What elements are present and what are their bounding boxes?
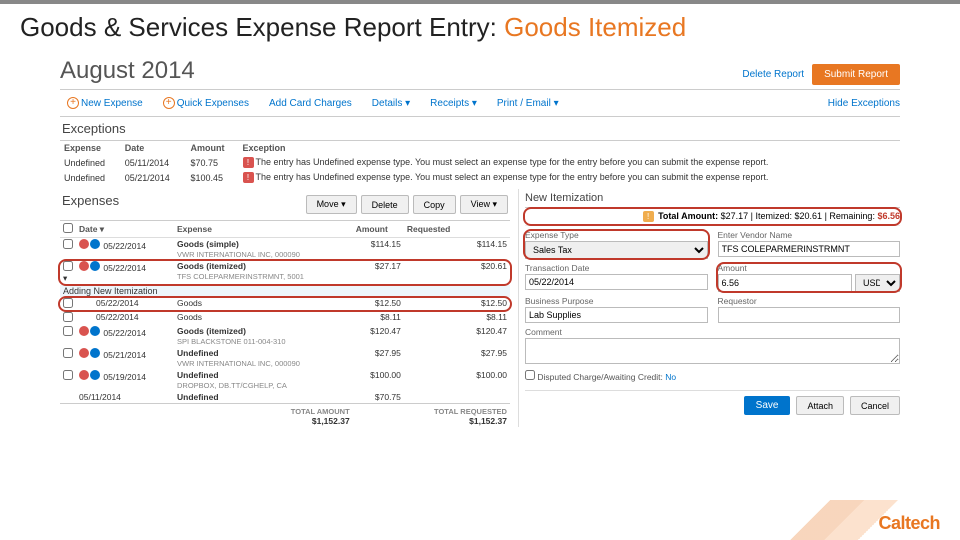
vendor-label: Enter Vendor Name xyxy=(718,230,901,240)
itemization-summary: ! Total Amount: $27.17 | Itemized: $20.6… xyxy=(525,208,900,226)
move-button[interactable]: Move ▾ xyxy=(306,195,357,214)
card-icon xyxy=(90,370,100,380)
row-checkbox[interactable] xyxy=(63,312,73,322)
requestor-label: Requestor xyxy=(718,296,901,306)
col-expense[interactable]: Expense xyxy=(60,141,121,155)
date-input[interactable] xyxy=(525,274,708,290)
expense-type-select[interactable]: Sales Tax xyxy=(525,241,708,259)
card-icon xyxy=(90,261,100,271)
slide-title: Goods & Services Expense Report Entry: G… xyxy=(20,12,940,43)
exception-row: Undefined05/11/2014$70.75 !The entry has… xyxy=(60,155,900,170)
receipts-menu[interactable]: Receipts ▾ xyxy=(423,95,484,112)
exception-row: Undefined05/21/2014$100.45 !The entry ha… xyxy=(60,170,900,185)
vendor-input[interactable] xyxy=(718,241,901,257)
submit-report-button[interactable]: Submit Report xyxy=(812,64,900,85)
disputed-label: Disputed Charge/Awaiting Credit: xyxy=(537,372,663,382)
details-menu[interactable]: Details ▾ xyxy=(365,95,417,112)
expense-type-label: Expense Type xyxy=(525,230,708,240)
chevron-down-icon[interactable]: ▾ xyxy=(63,273,67,283)
save-button[interactable]: Save xyxy=(744,396,791,415)
quick-expenses-button[interactable]: +Quick Expenses xyxy=(156,94,256,112)
amount-input[interactable] xyxy=(718,274,853,292)
alert-icon xyxy=(79,261,89,271)
requestor-input[interactable] xyxy=(718,307,901,323)
brand-logo: Caltech xyxy=(878,513,940,534)
print-menu[interactable]: Print / Email ▾ xyxy=(490,95,566,112)
alert-icon xyxy=(79,239,89,249)
col-date[interactable]: Date ▾ xyxy=(76,221,174,238)
plus-icon: + xyxy=(67,97,79,109)
currency-select[interactable]: USD xyxy=(855,274,900,292)
delete-button[interactable]: Delete xyxy=(361,195,409,214)
row-checkbox[interactable] xyxy=(63,370,73,380)
delete-report-link[interactable]: Delete Report xyxy=(742,69,804,80)
disputed-checkbox[interactable] xyxy=(525,370,535,380)
col-expense[interactable]: Expense xyxy=(174,221,353,238)
card-icon xyxy=(90,239,100,249)
sub-row[interactable]: 05/22/2014 Goods $8.11 $8.11 xyxy=(60,311,510,325)
select-all-checkbox[interactable] xyxy=(63,223,73,233)
cancel-button[interactable]: Cancel xyxy=(850,396,900,415)
exceptions-heading: Exceptions xyxy=(60,117,900,141)
alert-icon: ! xyxy=(243,157,254,168)
alert-icon xyxy=(79,326,89,336)
comment-label: Comment xyxy=(525,327,900,337)
row-checkbox[interactable] xyxy=(63,261,73,271)
warning-icon: ! xyxy=(643,211,654,222)
col-amount[interactable]: Amount xyxy=(186,141,238,155)
date-label: Transaction Date xyxy=(525,263,708,273)
expense-row[interactable]: 05/19/2014 UndefinedDROPBOX, DB.TT/CGHEL… xyxy=(60,369,510,391)
card-icon xyxy=(90,348,100,358)
col-requested[interactable]: Requested xyxy=(404,221,510,238)
adding-itemization-bar: Adding New Itemization xyxy=(60,285,510,297)
purpose-input[interactable] xyxy=(525,307,708,323)
col-date[interactable]: Date xyxy=(121,141,187,155)
comment-input[interactable] xyxy=(525,338,900,364)
add-card-button[interactable]: Add Card Charges xyxy=(262,95,359,112)
col-amount[interactable]: Amount xyxy=(353,221,404,238)
sub-row[interactable]: 05/22/2014 Goods $12.50 $12.50 xyxy=(60,297,510,311)
copy-button[interactable]: Copy xyxy=(413,195,456,214)
disputed-value[interactable]: No xyxy=(665,372,676,382)
row-checkbox[interactable] xyxy=(63,348,73,358)
amount-label: Amount xyxy=(718,263,901,273)
col-exception[interactable]: Exception xyxy=(239,141,900,155)
row-checkbox[interactable] xyxy=(63,326,73,336)
hide-exceptions-link[interactable]: Hide Exceptions xyxy=(828,98,900,109)
alert-icon xyxy=(79,348,89,358)
purpose-label: Business Purpose xyxy=(525,296,708,306)
expense-row[interactable]: 05/22/2014 Goods (simple)VWR INTERNATION… xyxy=(60,238,510,261)
expense-row[interactable]: 05/11/2014 Undefined $70.75 xyxy=(60,391,510,404)
plus-icon: + xyxy=(163,97,175,109)
row-checkbox[interactable] xyxy=(63,298,73,308)
row-checkbox[interactable] xyxy=(63,239,73,249)
expense-row[interactable]: ▾ 05/22/2014 Goods (itemized)TFS COLEPAR… xyxy=(60,260,510,285)
alert-icon xyxy=(79,370,89,380)
alert-icon: ! xyxy=(243,172,254,183)
new-expense-button[interactable]: +New Expense xyxy=(60,94,150,112)
report-title: August 2014 xyxy=(60,57,195,85)
expense-row[interactable]: 05/22/2014 Goods (itemized)SPI BLACKSTON… xyxy=(60,325,510,347)
card-icon xyxy=(90,326,100,336)
attach-button[interactable]: Attach xyxy=(796,396,844,415)
expense-row[interactable]: 05/21/2014 UndefinedVWR INTERNATIONAL IN… xyxy=(60,347,510,369)
totals-row: TOTAL AMOUNT$1,152.37 TOTAL REQUESTED$1,… xyxy=(60,404,510,428)
expenses-heading: Expenses xyxy=(62,193,119,216)
view-button[interactable]: View ▾ xyxy=(460,195,508,214)
new-itemization-heading: New Itemization xyxy=(525,189,900,208)
